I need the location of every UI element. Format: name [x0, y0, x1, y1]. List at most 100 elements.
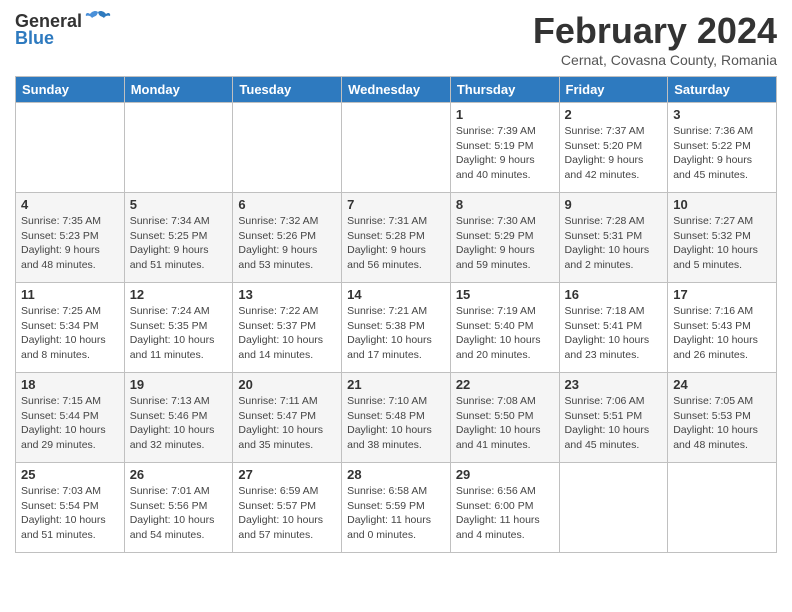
day-number: 19 [130, 377, 228, 392]
day-info: Sunrise: 7:11 AM Sunset: 5:47 PM Dayligh… [238, 394, 336, 453]
calendar-week-row: 4 Sunrise: 7:35 AM Sunset: 5:23 PM Daylig… [16, 193, 777, 283]
calendar-cell: 29Sunrise: 6:56 AM Sunset: 6:00 PM Dayli… [450, 463, 559, 553]
calendar-cell: 12 Sunrise: 7:24 AM Sunset: 5:35 PM Dayli… [124, 283, 233, 373]
header-cell-sunday: Sunday [16, 77, 125, 103]
calendar-week-row: 18 Sunrise: 7:15 AM Sunset: 5:44 PM Dayli… [16, 373, 777, 463]
day-info: Sunrise: 6:56 AM Sunset: 6:00 PM Dayligh… [456, 484, 554, 543]
day-number: 6 [238, 197, 336, 212]
day-info: Sunrise: 7:19 AM Sunset: 5:40 PM Dayligh… [456, 304, 554, 363]
calendar-cell: 24 Sunrise: 7:05 AM Sunset: 5:53 PM Dayli… [668, 373, 777, 463]
day-number: 22 [456, 377, 554, 392]
day-info: Sunrise: 7:08 AM Sunset: 5:50 PM Dayligh… [456, 394, 554, 453]
day-number: 28 [347, 467, 445, 482]
calendar-cell: 22 Sunrise: 7:08 AM Sunset: 5:50 PM Dayli… [450, 373, 559, 463]
day-info: Sunrise: 7:36 AM Sunset: 5:22 PM Dayligh… [673, 124, 771, 183]
day-number: 11 [21, 287, 119, 302]
calendar-cell: 26 Sunrise: 7:01 AM Sunset: 5:56 PM Dayli… [124, 463, 233, 553]
day-number: 21 [347, 377, 445, 392]
day-info: Sunrise: 7:24 AM Sunset: 5:35 PM Dayligh… [130, 304, 228, 363]
day-number: 27 [238, 467, 336, 482]
day-info: Sunrise: 7:06 AM Sunset: 5:51 PM Dayligh… [565, 394, 663, 453]
calendar-cell [16, 103, 125, 193]
logo-bird-icon [84, 10, 112, 32]
day-number: 10 [673, 197, 771, 212]
day-number: 7 [347, 197, 445, 212]
header-cell-saturday: Saturday [668, 77, 777, 103]
day-info: Sunrise: 7:32 AM Sunset: 5:26 PM Dayligh… [238, 214, 336, 273]
day-info: Sunrise: 7:18 AM Sunset: 5:41 PM Dayligh… [565, 304, 663, 363]
calendar-cell: 11 Sunrise: 7:25 AM Sunset: 5:34 PM Dayli… [16, 283, 125, 373]
day-number: 13 [238, 287, 336, 302]
day-info: Sunrise: 6:58 AM Sunset: 5:59 PM Dayligh… [347, 484, 445, 543]
location-title: Cernat, Covasna County, Romania [533, 52, 777, 68]
day-info: Sunrise: 7:31 AM Sunset: 5:28 PM Dayligh… [347, 214, 445, 273]
calendar-cell: 8 Sunrise: 7:30 AM Sunset: 5:29 PM Daylig… [450, 193, 559, 283]
calendar-week-row: 1Sunrise: 7:39 AM Sunset: 5:19 PM Daylig… [16, 103, 777, 193]
calendar-cell [668, 463, 777, 553]
header-cell-tuesday: Tuesday [233, 77, 342, 103]
day-info: Sunrise: 7:15 AM Sunset: 5:44 PM Dayligh… [21, 394, 119, 453]
day-number: 12 [130, 287, 228, 302]
calendar-cell: 18 Sunrise: 7:15 AM Sunset: 5:44 PM Dayli… [16, 373, 125, 463]
calendar-cell: 14Sunrise: 7:21 AM Sunset: 5:38 PM Dayli… [342, 283, 451, 373]
day-info: Sunrise: 7:37 AM Sunset: 5:20 PM Dayligh… [565, 124, 663, 183]
day-info: Sunrise: 7:13 AM Sunset: 5:46 PM Dayligh… [130, 394, 228, 453]
month-title: February 2024 [533, 10, 777, 52]
day-number: 3 [673, 107, 771, 122]
calendar-cell: 25Sunrise: 7:03 AM Sunset: 5:54 PM Dayli… [16, 463, 125, 553]
calendar-table: SundayMondayTuesdayWednesdayThursdayFrid… [15, 76, 777, 553]
calendar-cell: 21 Sunrise: 7:10 AM Sunset: 5:48 PM Dayli… [342, 373, 451, 463]
day-number: 24 [673, 377, 771, 392]
calendar-cell: 15 Sunrise: 7:19 AM Sunset: 5:40 PM Dayli… [450, 283, 559, 373]
calendar-cell: 9Sunrise: 7:28 AM Sunset: 5:31 PM Daylig… [559, 193, 668, 283]
calendar-cell: 5Sunrise: 7:34 AM Sunset: 5:25 PM Daylig… [124, 193, 233, 283]
calendar-cell [559, 463, 668, 553]
logo-blue-text: Blue [15, 28, 54, 49]
day-info: Sunrise: 7:35 AM Sunset: 5:23 PM Dayligh… [21, 214, 119, 273]
calendar-cell: 23 Sunrise: 7:06 AM Sunset: 5:51 PM Dayli… [559, 373, 668, 463]
calendar-cell [124, 103, 233, 193]
calendar-cell: 1Sunrise: 7:39 AM Sunset: 5:19 PM Daylig… [450, 103, 559, 193]
header-cell-friday: Friday [559, 77, 668, 103]
day-number: 5 [130, 197, 228, 212]
day-number: 4 [21, 197, 119, 212]
day-number: 14 [347, 287, 445, 302]
day-info: Sunrise: 7:25 AM Sunset: 5:34 PM Dayligh… [21, 304, 119, 363]
header-cell-thursday: Thursday [450, 77, 559, 103]
calendar-cell: 3 Sunrise: 7:36 AM Sunset: 5:22 PM Daylig… [668, 103, 777, 193]
calendar-cell: 2 Sunrise: 7:37 AM Sunset: 5:20 PM Daylig… [559, 103, 668, 193]
day-info: Sunrise: 7:01 AM Sunset: 5:56 PM Dayligh… [130, 484, 228, 543]
day-info: Sunrise: 7:22 AM Sunset: 5:37 PM Dayligh… [238, 304, 336, 363]
day-info: Sunrise: 7:30 AM Sunset: 5:29 PM Dayligh… [456, 214, 554, 273]
calendar-cell: 10Sunrise: 7:27 AM Sunset: 5:32 PM Dayli… [668, 193, 777, 283]
day-info: Sunrise: 7:16 AM Sunset: 5:43 PM Dayligh… [673, 304, 771, 363]
calendar-cell: 6 Sunrise: 7:32 AM Sunset: 5:26 PM Daylig… [233, 193, 342, 283]
calendar-cell: 28 Sunrise: 6:58 AM Sunset: 5:59 PM Dayli… [342, 463, 451, 553]
calendar-cell: 13 Sunrise: 7:22 AM Sunset: 5:37 PM Dayli… [233, 283, 342, 373]
calendar-week-row: 11 Sunrise: 7:25 AM Sunset: 5:34 PM Dayli… [16, 283, 777, 373]
logo: General Blue [15, 10, 112, 49]
calendar-cell: 4 Sunrise: 7:35 AM Sunset: 5:23 PM Daylig… [16, 193, 125, 283]
calendar-header-row: SundayMondayTuesdayWednesdayThursdayFrid… [16, 77, 777, 103]
day-number: 9 [565, 197, 663, 212]
calendar-cell: 17Sunrise: 7:16 AM Sunset: 5:43 PM Dayli… [668, 283, 777, 373]
day-info: Sunrise: 7:03 AM Sunset: 5:54 PM Dayligh… [21, 484, 119, 543]
calendar-cell [342, 103, 451, 193]
day-info: Sunrise: 6:59 AM Sunset: 5:57 PM Dayligh… [238, 484, 336, 543]
day-number: 8 [456, 197, 554, 212]
day-number: 15 [456, 287, 554, 302]
day-info: Sunrise: 7:05 AM Sunset: 5:53 PM Dayligh… [673, 394, 771, 453]
day-number: 2 [565, 107, 663, 122]
day-number: 1 [456, 107, 554, 122]
day-number: 26 [130, 467, 228, 482]
page-header: General Blue February 2024 Cernat, Covas… [15, 10, 777, 68]
day-number: 23 [565, 377, 663, 392]
calendar-cell: 20Sunrise: 7:11 AM Sunset: 5:47 PM Dayli… [233, 373, 342, 463]
day-number: 16 [565, 287, 663, 302]
day-number: 18 [21, 377, 119, 392]
day-info: Sunrise: 7:10 AM Sunset: 5:48 PM Dayligh… [347, 394, 445, 453]
calendar-cell: 19 Sunrise: 7:13 AM Sunset: 5:46 PM Dayli… [124, 373, 233, 463]
calendar-cell: 16 Sunrise: 7:18 AM Sunset: 5:41 PM Dayli… [559, 283, 668, 373]
calendar-cell: 7 Sunrise: 7:31 AM Sunset: 5:28 PM Daylig… [342, 193, 451, 283]
header-cell-wednesday: Wednesday [342, 77, 451, 103]
